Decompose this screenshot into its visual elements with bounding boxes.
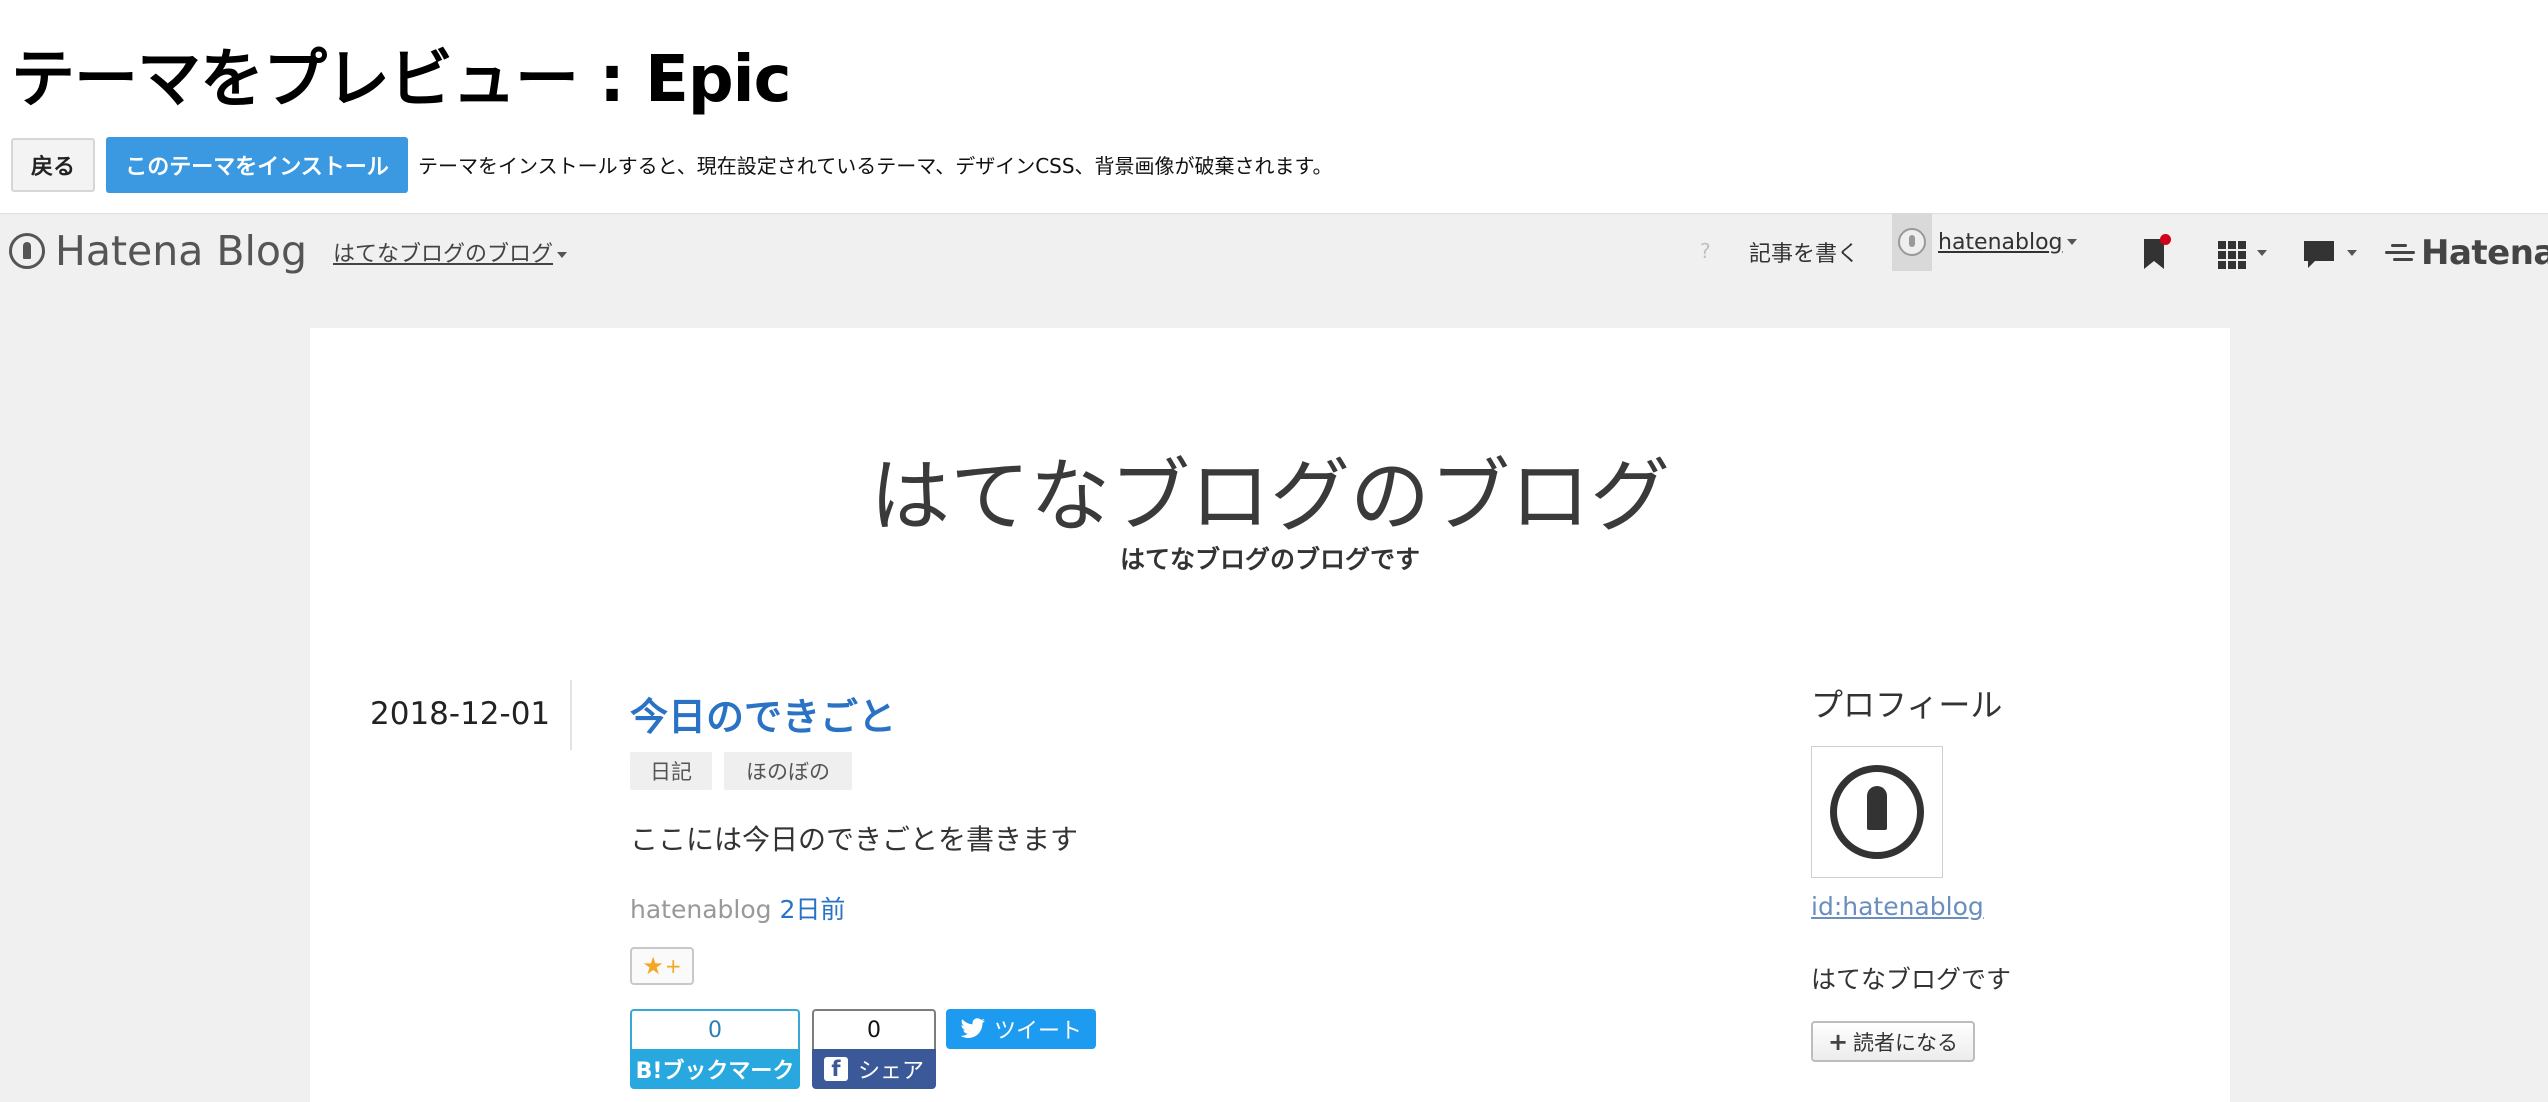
sidebar-profile-heading: プロフィール (1811, 686, 2003, 724)
tweet-button[interactable]: ツイート (946, 1009, 1096, 1049)
twitter-bird-icon (960, 1018, 985, 1038)
facebook-icon: f (823, 1057, 848, 1081)
hatena-bookmark-button[interactable]: 0 B!ブックマーク (630, 1009, 800, 1089)
hatena-blog-pen-icon (9, 233, 45, 269)
chevron-down-icon (2066, 239, 2077, 245)
subscribe-button[interactable]: + 読者になる (1811, 1021, 1975, 1062)
blog-content-panel: はてなブログのブログ はてなブログのブログです 2018-12-01 今日のでき… (310, 328, 2230, 1102)
profile-description: はてなブログです (1811, 965, 2012, 994)
user-menu[interactable]: hatenablog (1892, 213, 2077, 271)
entry-body: ここには今日のできごとを書きます (630, 823, 1079, 856)
chevron-down-icon (557, 252, 568, 258)
notification-dot (2160, 234, 2171, 245)
plus-icon: + (1827, 1027, 1849, 1056)
chevron-down-icon (2347, 250, 2357, 256)
logo-text: Hatena Blog (55, 227, 308, 275)
install-theme-button[interactable]: このテーマをインストール (106, 137, 408, 193)
entry-time-link[interactable]: 2日前 (780, 895, 846, 924)
facebook-share-button[interactable]: 0 f シェア (812, 1009, 936, 1089)
user-avatar-container (1892, 213, 1932, 271)
subscribe-label: 読者になる (1853, 1030, 1959, 1055)
chevron-down-icon (2257, 250, 2267, 256)
author-link[interactable]: hatenablog (630, 895, 772, 924)
plus-icon: + (664, 954, 682, 978)
help-icon[interactable]: ? (1700, 239, 1711, 263)
bookmark-label: B!ブックマーク (630, 1049, 800, 1089)
back-button[interactable]: 戻る (11, 138, 95, 192)
hatena-brand-text: Hatena (2421, 233, 2548, 273)
preview-header: テーマをプレビュー : Epic 戻る このテーマをインストール テーマをインス… (0, 0, 2548, 213)
blog-title[interactable]: はてなブログのブログ (310, 432, 2230, 548)
entry-date[interactable]: 2018-12-01 (370, 696, 550, 732)
category-tag[interactable]: ほのぼの (724, 752, 852, 790)
entry-footer: hatenablog 2日前 (630, 890, 845, 926)
bookmark-count: 0 (630, 1009, 800, 1049)
user-name: hatenablog (1938, 229, 2063, 255)
blog-description: はてなブログのブログです (1119, 545, 1420, 574)
profile-id-link[interactable]: id:hatenablog (1811, 892, 1984, 921)
category-tag[interactable]: 日記 (630, 752, 712, 790)
write-entry-link[interactable]: 記事を書く (1749, 236, 1859, 268)
add-star-button[interactable]: ★ + (630, 947, 694, 985)
install-warning-text: テーマをインストールすると、現在設定されているテーマ、デザインCSS、背景画像が… (418, 154, 1333, 178)
star-icon: ★ (642, 952, 664, 980)
profile-avatar[interactable] (1811, 746, 1943, 878)
page-title: テーマをプレビュー : Epic (11, 43, 792, 117)
hatena-blog-logo[interactable]: Hatena Blog (9, 227, 308, 275)
hatena-brand-link[interactable]: Hatena (2385, 233, 2548, 273)
facebook-share-label: シェア (857, 1059, 924, 1084)
date-divider (570, 680, 572, 750)
avatar (1898, 228, 1926, 256)
facebook-share-label-row: f シェア (812, 1049, 936, 1089)
entry-title-link[interactable]: 今日のできごと (630, 686, 896, 741)
speech-bubble-icon[interactable] (2303, 240, 2335, 270)
hatena-logo-icon (2385, 242, 2417, 264)
hatena-blog-pen-icon (1830, 765, 1924, 859)
facebook-share-count: 0 (812, 1009, 936, 1049)
grid-icon[interactable] (2218, 241, 2246, 269)
tweet-label: ツイート (993, 1019, 1082, 1044)
blog-switcher-menu[interactable]: はてなブログのブログ (333, 236, 568, 268)
blog-switcher-label: はてなブログのブログ (333, 242, 554, 267)
